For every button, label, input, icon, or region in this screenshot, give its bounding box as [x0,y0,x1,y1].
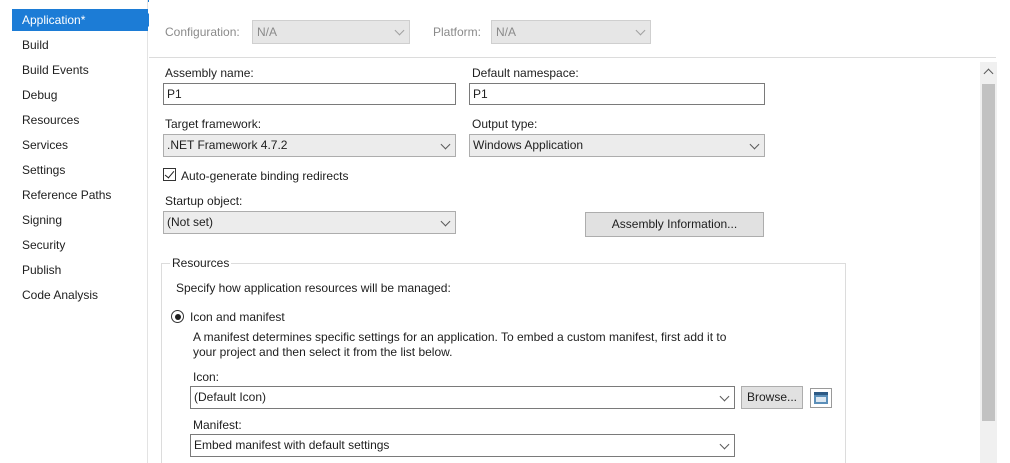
auto-binding-checkbox[interactable] [163,168,176,181]
resources-description: Specify how application resources will b… [176,281,451,295]
checkmark-icon [164,168,175,179]
assembly-name-label: Assembly name: [165,66,254,80]
sidebar-item-resources[interactable]: Resources [12,109,148,131]
configuration-label: Configuration: [165,25,240,39]
radio-selected-dot [174,313,181,320]
sidebar-item-reference-paths[interactable]: Reference Paths [12,184,148,206]
sidebar-item-build[interactable]: Build [12,34,148,56]
sidebar-item-build-events[interactable]: Build Events [12,59,148,81]
browse-icon-button[interactable]: Browse... [741,386,803,409]
platform-select[interactable]: N/A [491,20,651,44]
default-app-icon [814,392,828,404]
resources-group-title: Resources [170,256,232,270]
icon-and-manifest-label[interactable]: Icon and manifest [190,310,285,324]
icon-and-manifest-radio[interactable] [171,310,184,323]
assembly-information-button[interactable]: Assembly Information... [585,212,764,237]
chevron-down-icon [394,25,405,36]
assembly-name-input[interactable]: P1 [163,83,456,105]
default-namespace-label: Default namespace: [472,66,579,80]
manifest-select[interactable]: Embed manifest with default settings [190,434,735,457]
scroll-up-arrow-icon[interactable] [980,62,997,82]
sidebar-item-signing[interactable]: Signing [12,209,148,231]
manifest-help-line-2: your project and then select it from the… [193,345,453,359]
chevron-down-icon [719,439,730,450]
icon-preview [810,388,832,408]
sidebar-item-security[interactable]: Security [12,234,148,256]
sidebar-item-application[interactable]: Application* [12,9,155,31]
manifest-help-line-1: A manifest determines specific settings … [193,330,727,344]
sidebar-item-debug[interactable]: Debug [12,84,148,106]
startup-object-value: (Not set) [167,215,214,229]
sidebar-item-services[interactable]: Services [12,134,148,156]
target-framework-value: .NET Framework 4.7.2 [167,138,288,152]
application-properties-panel: Configuration: N/A Platform: N/A Assembl… [149,0,1010,463]
sidebar-item-code-analysis[interactable]: Code Analysis [12,284,148,306]
target-framework-label: Target framework: [165,117,262,131]
output-type-select[interactable]: Windows Application [469,134,765,157]
manifest-label: Manifest: [193,418,242,432]
vertical-scrollbar[interactable] [980,62,997,463]
chevron-down-icon [719,391,730,402]
output-type-value: Windows Application [473,138,584,152]
startup-object-label: Startup object: [165,194,243,208]
output-type-label: Output type: [472,117,538,131]
sidebar-item-publish[interactable]: Publish [12,259,148,281]
sidebar-item-settings[interactable]: Settings [12,159,148,181]
icon-label: Icon: [193,370,220,384]
platform-value: N/A [496,25,517,39]
scrollbar-thumb[interactable] [982,84,995,421]
project-properties-sidebar: Application* Build Build Events Debug Re… [0,0,155,463]
platform-label: Platform: [433,25,482,39]
target-framework-select[interactable]: .NET Framework 4.7.2 [163,134,456,157]
configuration-select[interactable]: N/A [252,20,410,44]
configuration-bar: Configuration: N/A Platform: N/A [149,2,996,58]
manifest-value: Embed manifest with default settings [194,438,390,452]
configuration-value: N/A [257,25,278,39]
icon-value: (Default Icon) [194,390,267,404]
chevron-down-icon [749,139,760,150]
startup-object-select[interactable]: (Not set) [163,211,456,234]
auto-binding-label[interactable]: Auto-generate binding redirects [181,169,348,183]
default-namespace-input[interactable]: P1 [469,83,765,105]
icon-select[interactable]: (Default Icon) [190,386,735,409]
chevron-down-icon [635,25,646,36]
chevron-down-icon [440,216,451,227]
chevron-down-icon [440,139,451,150]
